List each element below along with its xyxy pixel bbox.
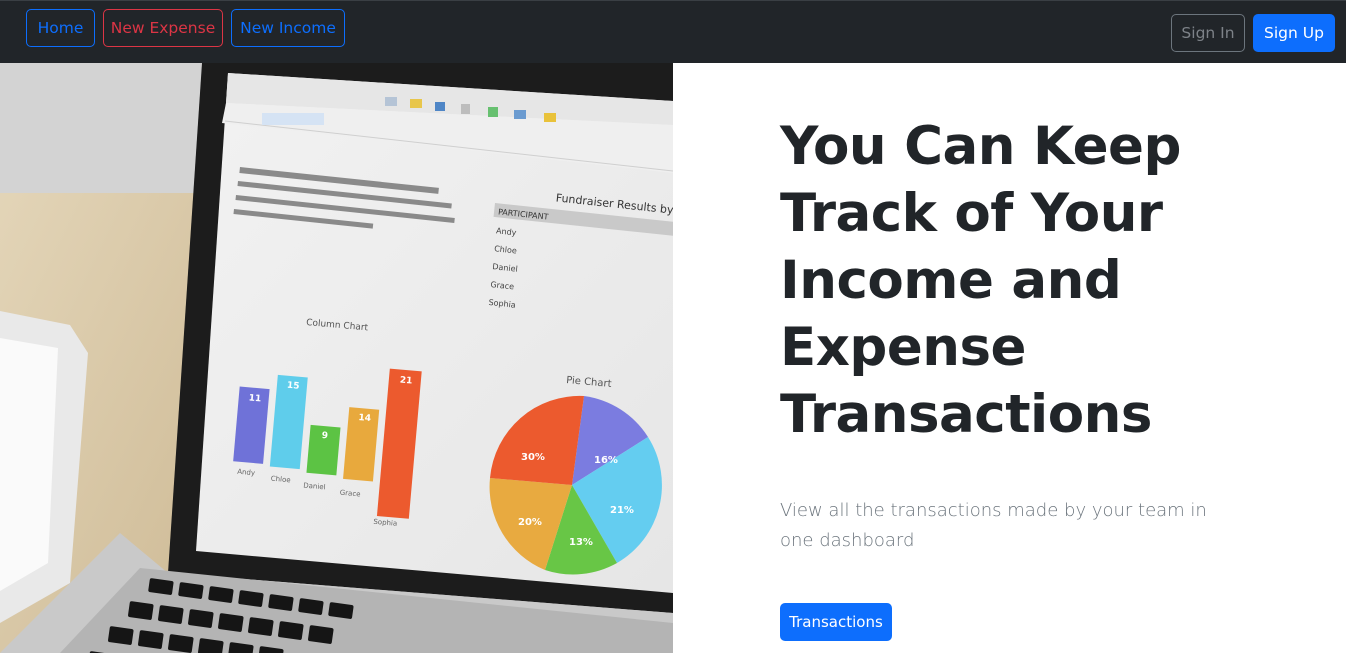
column-label-andy: Andy bbox=[237, 468, 255, 478]
home-button[interactable]: Home bbox=[26, 9, 95, 47]
sign-up-button[interactable]: Sign Up bbox=[1253, 14, 1335, 52]
column-value-daniel: 9 bbox=[321, 431, 328, 442]
new-expense-button[interactable]: New Expense bbox=[103, 9, 223, 47]
column-value-chloe: 15 bbox=[287, 381, 300, 392]
pie-label-21: 21% bbox=[610, 505, 634, 516]
column-value-andy: 11 bbox=[248, 393, 261, 404]
hero-text-block: You Can Keep Track of Your Income and Ex… bbox=[780, 113, 1250, 448]
pie-label-13: 13% bbox=[569, 537, 593, 548]
transactions-button[interactable]: Transactions bbox=[780, 603, 892, 641]
column-value-grace: 14 bbox=[358, 413, 371, 424]
new-income-button[interactable]: New Income bbox=[231, 9, 345, 47]
hero-image: PARTICIPANT Fundraiser Results by Sa And… bbox=[0, 63, 673, 653]
hero-headline: You Can Keep Track of Your Income and Ex… bbox=[780, 116, 1181, 445]
column-value-sophia: 21 bbox=[399, 376, 412, 387]
sign-in-button[interactable]: Sign In bbox=[1171, 14, 1245, 52]
pie-label-20: 20% bbox=[518, 517, 542, 528]
top-navbar: Home New Expense New Income Sign In Sign… bbox=[0, 0, 1346, 63]
laptop-photo: PARTICIPANT Fundraiser Results by Sa And… bbox=[0, 63, 673, 653]
hero-lead-text: View all the transactions made by your t… bbox=[780, 500, 1207, 551]
pie-label-16: 16% bbox=[594, 455, 618, 466]
pie-label-30: 30% bbox=[521, 452, 545, 463]
